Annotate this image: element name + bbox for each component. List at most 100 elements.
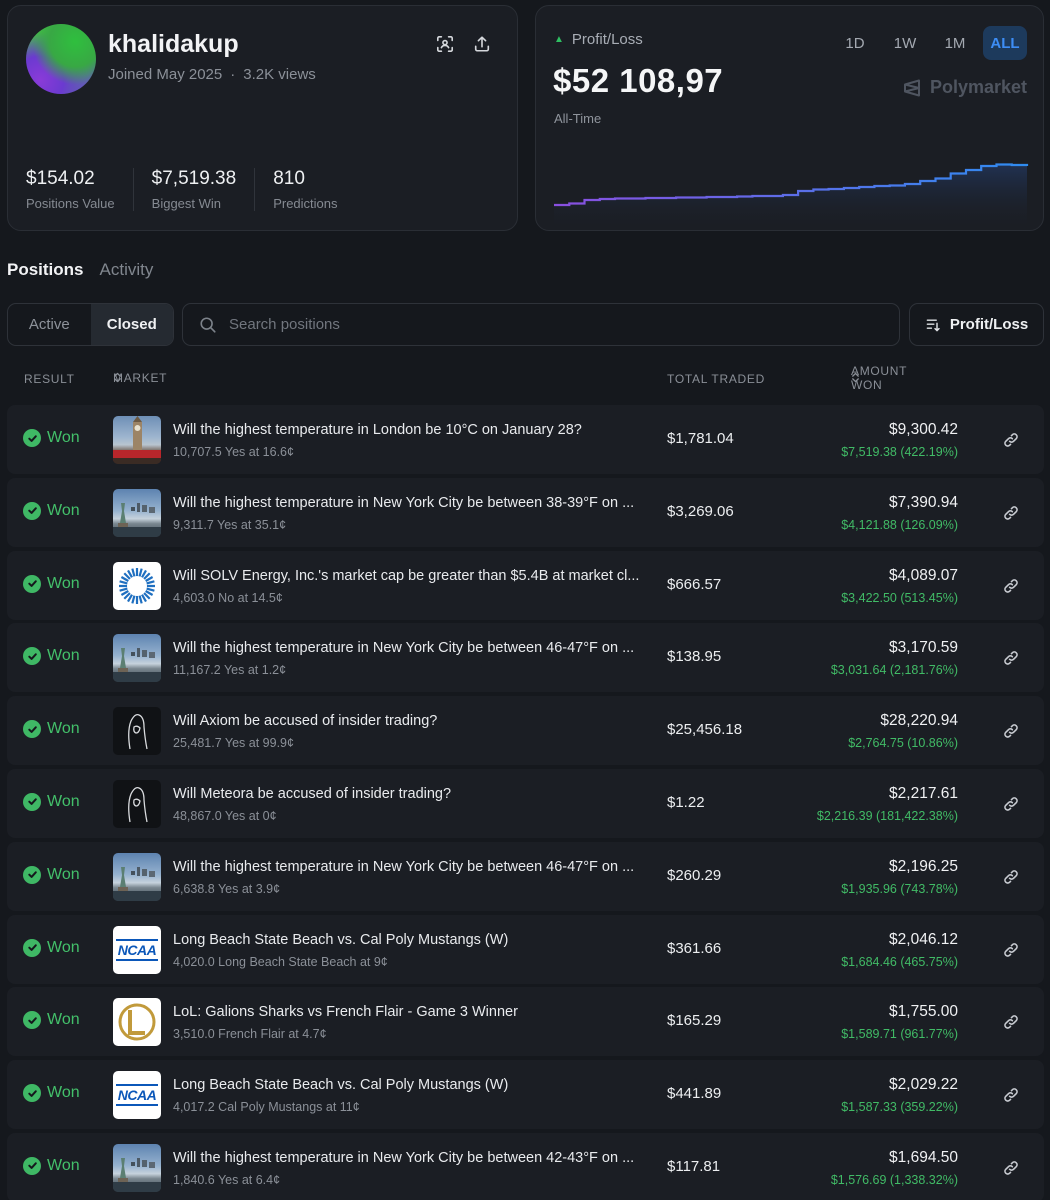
link-icon <box>1004 797 1018 811</box>
total-traded: $260.29 <box>667 866 722 884</box>
header-market[interactable]: MARKET <box>113 371 167 385</box>
nyc-thumbnail[interactable] <box>113 634 161 683</box>
amount-won: $1,755.00 <box>889 1003 958 1021</box>
total-traded: $165.29 <box>667 1012 722 1030</box>
statue-of-liberty-image <box>113 1157 161 1192</box>
big-ben-image <box>113 416 161 464</box>
amount-won: $2,046.12 <box>889 930 958 948</box>
range-1d[interactable]: 1D <box>833 26 877 60</box>
scan-icon <box>436 35 454 53</box>
ncaa-thumbnail[interactable]: NCAA <box>113 925 161 974</box>
table-row[interactable]: Won NCAA Long Beach State Beach vs. Cal … <box>7 914 1044 984</box>
market-title[interactable]: Long Beach State Beach vs. Cal Poly Must… <box>173 932 661 948</box>
search-icon <box>200 316 216 333</box>
dark-thumbnail[interactable] <box>113 707 161 756</box>
result-badge: Won <box>23 1011 80 1030</box>
link-button[interactable] <box>1002 1013 1020 1031</box>
total-traded: $361.66 <box>667 939 722 957</box>
pnl-card: ▲ Profit/Loss $52 108,97 All-Time 1D 1W … <box>535 5 1044 231</box>
link-button[interactable] <box>1002 431 1020 449</box>
result-badge: Won <box>23 501 80 520</box>
market-title[interactable]: Will Axiom be accused of insider trading… <box>173 713 661 729</box>
hooded-figure-icon <box>128 786 148 823</box>
profit-amount: $3,422.50 (513.45%) <box>841 590 958 605</box>
scan-profile-button[interactable] <box>433 32 457 56</box>
amount-won: $1,694.50 <box>889 1148 958 1166</box>
market-title[interactable]: LoL: Galions Sharks vs French Flair - Ga… <box>173 1004 661 1020</box>
search-input[interactable] <box>229 316 829 333</box>
stat-label: Predictions <box>273 196 338 211</box>
link-icon <box>1004 578 1018 593</box>
amount-won: $7,390.94 <box>889 493 958 511</box>
stat-value: $154.02 <box>26 168 95 189</box>
share-button[interactable] <box>470 32 494 56</box>
lol-logo-icon <box>118 1003 156 1041</box>
dark-thumbnail[interactable] <box>113 779 161 828</box>
nyc-thumbnail[interactable] <box>113 1143 161 1192</box>
market-title[interactable]: Will the highest temperature in New York… <box>173 859 661 875</box>
amount-won: $2,029.22 <box>889 1076 958 1094</box>
link-button[interactable] <box>1002 1086 1020 1104</box>
result-badge: Won <box>23 865 80 884</box>
profit-amount: $1,576.69 (1,338.32%) <box>830 1172 958 1187</box>
stat-label: Biggest Win <box>151 196 222 211</box>
total-traded: $441.89 <box>667 1085 722 1103</box>
triangle-up-icon: ▲ <box>554 34 564 45</box>
profile-meta: Joined May 2025 · 3.2K views <box>108 66 316 83</box>
link-icon <box>1004 724 1018 738</box>
statue-of-liberty-image <box>113 502 161 537</box>
market-title[interactable]: Will the highest temperature in New York… <box>173 1150 661 1166</box>
filter-closed-button[interactable]: Closed <box>90 304 173 345</box>
sort-button[interactable]: Profit/Loss <box>909 303 1044 346</box>
range-1m[interactable]: 1M <box>933 26 977 60</box>
ncaa-thumbnail[interactable]: NCAA <box>113 1071 161 1120</box>
table-row[interactable]: Won Will Axiom be accused of insider tra… <box>7 696 1044 766</box>
table-row[interactable]: Won Will the highest temperature in New … <box>7 623 1044 693</box>
range-all[interactable]: ALL <box>983 26 1027 60</box>
link-button[interactable] <box>1002 868 1020 886</box>
table-row[interactable]: Won LoL: Galions Sharks vs French Flair … <box>7 987 1044 1057</box>
link-button[interactable] <box>1002 504 1020 522</box>
result-label: Won <box>47 429 80 446</box>
link-button[interactable] <box>1002 649 1020 667</box>
nyc-thumbnail[interactable] <box>113 852 161 901</box>
solv-thumbnail[interactable] <box>113 561 161 610</box>
tab-activity[interactable]: Activity <box>100 260 154 280</box>
table-row[interactable]: Won NCAA Long Beach State Beach vs. Cal … <box>7 1060 1044 1130</box>
username: khalidakup <box>108 30 239 58</box>
header-amount-won[interactable]: AMOUNT WON <box>851 364 906 392</box>
link-button[interactable] <box>1002 577 1020 595</box>
link-button[interactable] <box>1002 1159 1020 1177</box>
link-button[interactable] <box>1002 795 1020 813</box>
table-row[interactable]: Won Will the highest temperature in Lond… <box>7 405 1044 474</box>
table-row[interactable]: Won Will the highest temperature in New … <box>7 841 1044 911</box>
market-title[interactable]: Long Beach State Beach vs. Cal Poly Must… <box>173 1077 661 1093</box>
table-row[interactable]: Won Will Meteora be accused of insider t… <box>7 768 1044 838</box>
amount-won: $9,300.42 <box>889 421 958 438</box>
link-button[interactable] <box>1002 941 1020 959</box>
table-row[interactable]: Won Will SOLV Energy, Inc.'s market cap … <box>7 550 1044 620</box>
nyc-thumbnail[interactable] <box>113 488 161 537</box>
range-1w[interactable]: 1W <box>883 26 927 60</box>
market-position-detail: 48,867.0 Yes at 0¢ <box>173 808 277 823</box>
market-title[interactable]: Will Meteora be accused of insider tradi… <box>173 786 661 802</box>
filter-active-button[interactable]: Active <box>8 304 91 345</box>
london-thumbnail[interactable] <box>113 416 161 464</box>
profit-amount: $7,519.38 (422.19%) <box>841 445 958 459</box>
check-circle-icon <box>23 647 41 666</box>
market-position-detail: 9,311.7 Yes at 35.1¢ <box>173 517 287 532</box>
market-title[interactable]: Will the highest temperature in New York… <box>173 495 661 511</box>
link-icon <box>1004 1015 1018 1030</box>
table-row[interactable]: Won Will the highest temperature in New … <box>7 1132 1044 1200</box>
check-circle-icon <box>23 938 41 957</box>
market-position-detail: 4,603.0 No at 14.5¢ <box>173 590 283 605</box>
table-row[interactable]: Won Will the highest temperature in New … <box>7 477 1044 547</box>
market-title[interactable]: Will SOLV Energy, Inc.'s market cap be g… <box>173 568 661 584</box>
link-button[interactable] <box>1002 722 1020 740</box>
market-title[interactable]: Will the highest temperature in London b… <box>173 422 661 438</box>
result-label: Won <box>47 501 80 519</box>
lol-thumbnail[interactable] <box>113 998 161 1047</box>
tab-positions[interactable]: Positions <box>7 260 84 280</box>
avatar[interactable] <box>26 24 96 94</box>
market-title[interactable]: Will the highest temperature in New York… <box>173 640 661 656</box>
